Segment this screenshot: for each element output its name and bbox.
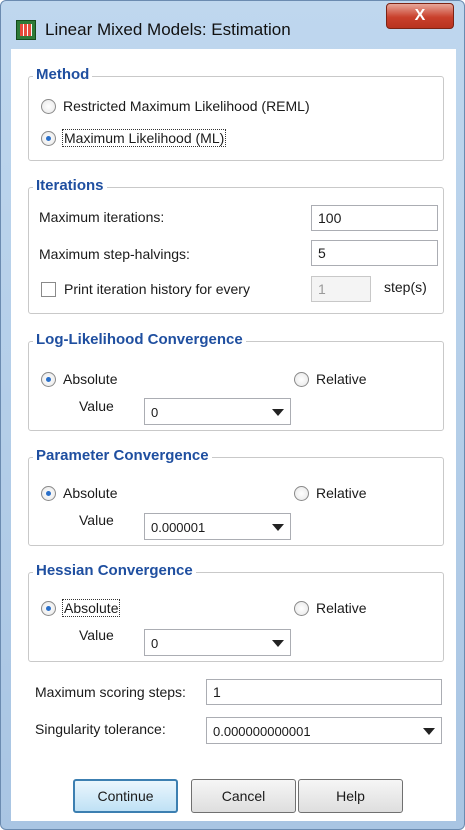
max-step-halvings-label: Maximum step-halvings: [39, 246, 190, 262]
continue-button[interactable]: Continue [73, 779, 178, 813]
hessian-value-label: Value [79, 627, 114, 643]
chevron-down-icon[interactable] [272, 524, 284, 531]
loglik-absolute-indicator[interactable] [41, 371, 56, 387]
singularity-tolerance-label: Singularity tolerance: [35, 721, 166, 737]
hessian-value-select[interactable]: 0 [144, 629, 291, 656]
hessian-absolute-indicator[interactable] [41, 600, 56, 616]
window-title: Linear Mixed Models: Estimation [45, 20, 291, 39]
spss-table-icon [16, 20, 36, 40]
loglik-value-select[interactable]: 0 [144, 398, 291, 425]
scoring-steps-input[interactable]: 1 [206, 679, 442, 705]
scoring-steps-label: Maximum scoring steps: [35, 684, 186, 700]
loglik-relative-label: Relative [316, 371, 367, 387]
max-iterations-input[interactable]: 100 [311, 205, 438, 231]
loglik-value-label: Value [79, 398, 114, 414]
parameter-absolute-label: Absolute [63, 485, 118, 501]
max-step-halvings-input[interactable]: 5 [311, 240, 438, 266]
reml-radio-indicator[interactable] [41, 98, 56, 114]
loglik-relative-radio[interactable]: Relative [294, 371, 367, 387]
hessian-legend: Hessian Convergence [33, 562, 196, 579]
hessian-relative-radio[interactable]: Relative [294, 600, 367, 616]
ml-radio[interactable]: Maximum Likelihood (ML) [41, 129, 227, 147]
singularity-tolerance-text: 0.000000000001 [213, 724, 311, 739]
parameter-absolute-indicator[interactable] [41, 485, 56, 501]
hessian-absolute-radio[interactable]: Absolute [41, 599, 121, 617]
parameter-group: Parameter Convergence Absolute Relative … [28, 447, 444, 546]
hessian-absolute-label: Absolute [61, 599, 121, 617]
reml-label: Restricted Maximum Likelihood (REML) [63, 98, 310, 114]
ml-radio-indicator[interactable] [41, 130, 56, 146]
hessian-relative-indicator[interactable] [294, 600, 309, 616]
parameter-legend: Parameter Convergence [33, 447, 212, 464]
loglik-group: Log-Likelihood Convergence Absolute Rela… [28, 331, 444, 431]
max-iterations-label: Maximum iterations: [39, 209, 165, 225]
parameter-value-select[interactable]: 0.000001 [144, 513, 291, 540]
chevron-down-icon[interactable] [272, 409, 284, 416]
steps-label: step(s) [384, 279, 427, 295]
chevron-down-icon[interactable] [272, 640, 284, 647]
loglik-absolute-label: Absolute [63, 371, 118, 387]
close-button[interactable]: X [386, 3, 454, 29]
print-history-checkbox[interactable] [41, 282, 56, 297]
help-button[interactable]: Help [298, 779, 403, 813]
hessian-value-text: 0 [151, 636, 159, 651]
loglik-value-text: 0 [151, 405, 159, 420]
loglik-absolute-radio[interactable]: Absolute [41, 371, 117, 387]
parameter-relative-radio[interactable]: Relative [294, 485, 367, 501]
ml-label: Maximum Likelihood (ML) [61, 129, 227, 147]
parameter-absolute-radio[interactable]: Absolute [41, 485, 117, 501]
singularity-tolerance-select[interactable]: 0.000000000001 [206, 717, 442, 744]
iterations-group: Iterations Maximum iterations: 100 Maxim… [28, 177, 444, 314]
parameter-relative-indicator[interactable] [294, 485, 309, 501]
parameter-value-text: 0.000001 [151, 520, 206, 535]
parameter-relative-label: Relative [316, 485, 367, 501]
dialog-window: Linear Mixed Models: Estimation X Method… [0, 0, 465, 830]
print-history-steps-input[interactable]: 1 [311, 276, 371, 302]
reml-radio[interactable]: Restricted Maximum Likelihood (REML) [41, 98, 310, 114]
method-legend: Method [33, 66, 93, 83]
iterations-legend: Iterations [33, 177, 107, 194]
dialog-content: Method Restricted Maximum Likelihood (RE… [11, 49, 456, 821]
method-group: Method Restricted Maximum Likelihood (RE… [28, 66, 444, 161]
chevron-down-icon[interactable] [423, 728, 435, 735]
hessian-group: Hessian Convergence Absolute Relative Va… [28, 562, 444, 662]
loglik-relative-indicator[interactable] [294, 371, 309, 387]
parameter-value-label: Value [79, 512, 114, 528]
title-bar[interactable]: Linear Mixed Models: Estimation X [1, 1, 464, 51]
hessian-relative-label: Relative [316, 600, 367, 616]
loglik-legend: Log-Likelihood Convergence [33, 331, 246, 348]
print-history-label: Print iteration history for every [64, 281, 250, 297]
cancel-button[interactable]: Cancel [191, 779, 296, 813]
